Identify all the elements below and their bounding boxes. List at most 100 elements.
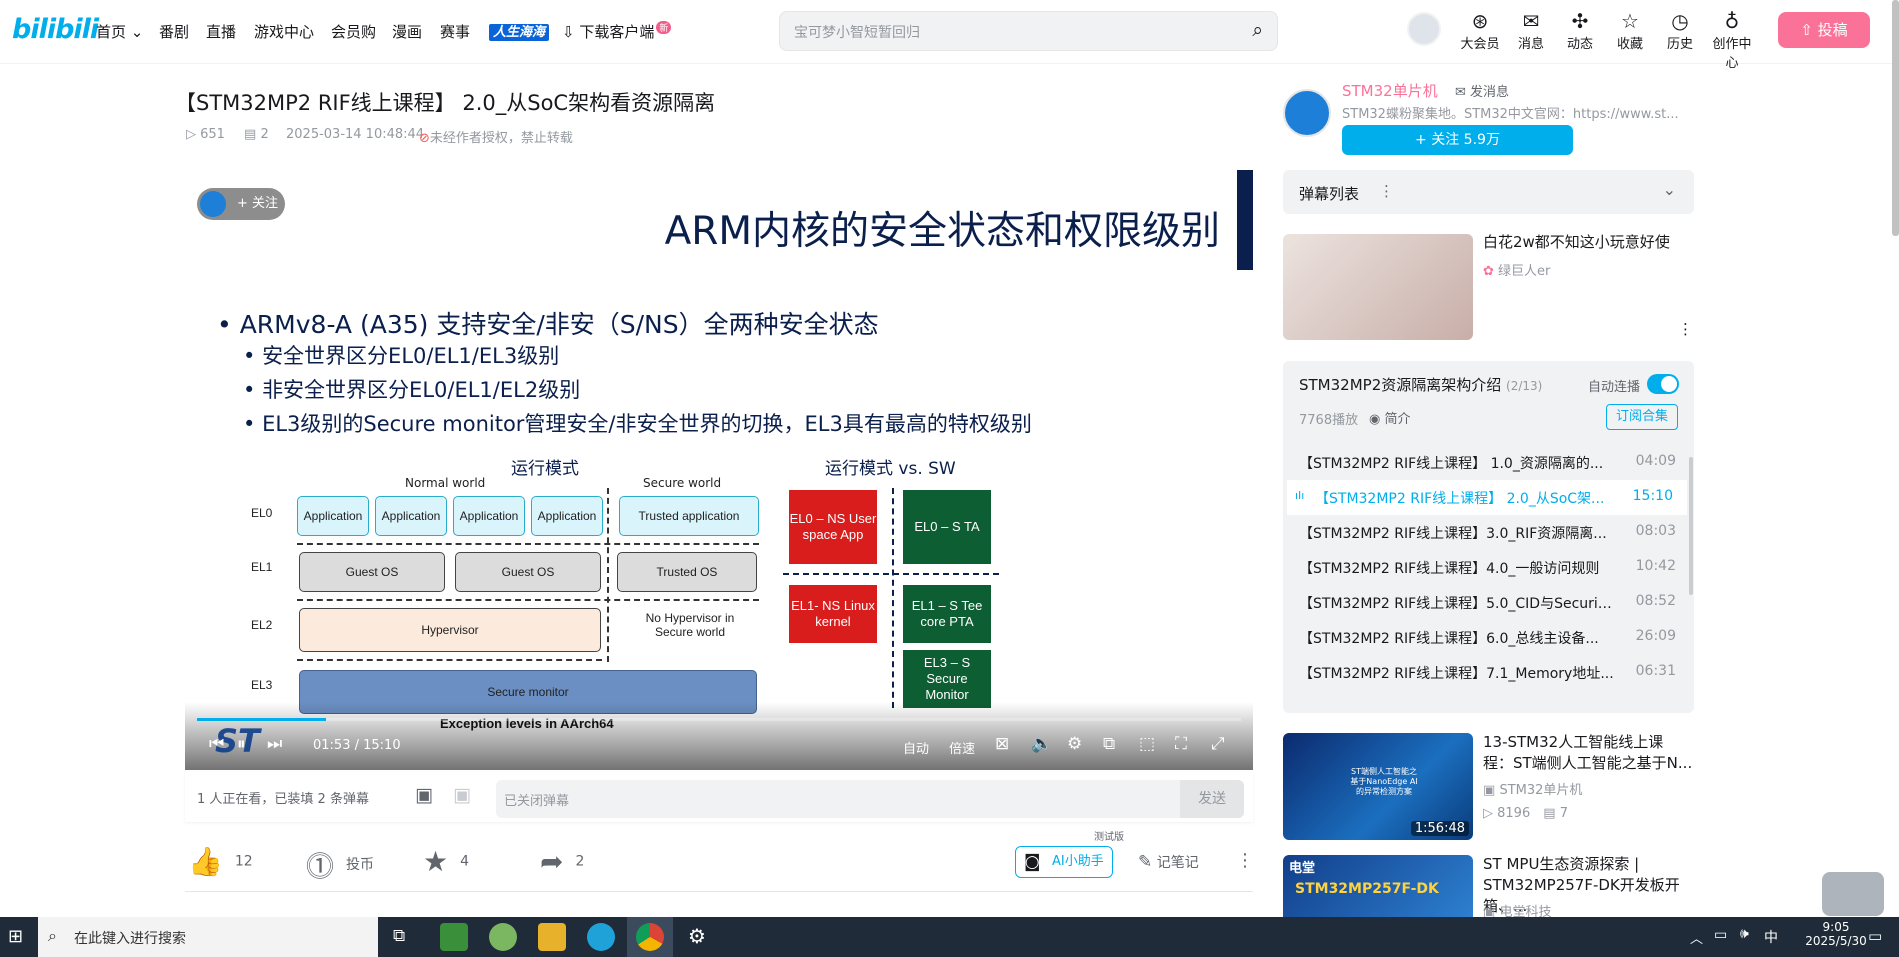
danmaku-toggle-icon[interactable]: ▣ (415, 784, 433, 806)
playlist-item[interactable]: 【STM32MP2 RIF线上课程】6.0_总线主设备... 26:09 (1283, 620, 1694, 655)
nav-esports[interactable]: 赛事 (440, 21, 470, 42)
el2-label: EL2 (251, 618, 273, 632)
ad-thumbnail[interactable] (1283, 234, 1473, 340)
playlist-item-active[interactable]: ıIı 【STM32MP2 RIF线上课程】 2.0_从SoC架... 15:10 (1287, 480, 1687, 515)
autoplay-toggle[interactable] (1647, 374, 1679, 394)
ad-more-icon[interactable]: ⋮ (1678, 320, 1693, 338)
header-vip[interactable]: ⊛ 大会员 (1458, 10, 1502, 52)
player-follow-button[interactable]: + 关注 (197, 188, 285, 220)
windows-start-icon[interactable]: ⊞ (8, 926, 23, 947)
video-player[interactable]: ARM内核的安全状态和权限级别 + 关注 • ARMv8-A (A35) 支持安… (185, 170, 1253, 770)
beta-badge: 测试版 (1092, 831, 1126, 845)
playlist-scrollbar[interactable] (1689, 457, 1693, 595)
ime-indicator[interactable]: 中 (1764, 927, 1778, 947)
search-icon: ⌕ (48, 926, 57, 945)
danmaku-settings-icon[interactable]: ▣ (453, 784, 471, 806)
settings-gear-icon[interactable]: ⚙ (688, 924, 706, 948)
nav-live[interactable]: 直播 (206, 21, 236, 42)
task-view-icon[interactable]: ⧉ (393, 926, 405, 946)
rec-thumbnail-2[interactable]: 电堂 STM32MP257F-DK (1283, 855, 1473, 917)
next-icon[interactable]: ⏭ (267, 734, 282, 754)
rec-thumbnail-1[interactable]: ST端侧人工智能之基于NanoEdge AI的异常检测方案 1:56:48 (1283, 733, 1473, 840)
progress-track[interactable] (197, 718, 1241, 721)
share-button[interactable]: ➦ 2 (540, 845, 584, 878)
playlist-item[interactable]: 【STM32MP2 RIF线上课程】3.0_RIF资源隔离... 08:03 (1283, 515, 1694, 550)
rec-title-1[interactable]: 13-STM32人工智能线上课程：ST端侧人工智能之基于N... (1483, 732, 1693, 774)
pause-icon[interactable]: ⏸ (237, 734, 246, 754)
like-button[interactable]: 👍 12 (188, 845, 253, 878)
rec-thumb-text-1: ST端侧人工智能之基于NanoEdge AI的异常检测方案 (1350, 767, 1418, 796)
favorite-button[interactable]: ★ 4 (423, 845, 469, 878)
header-history[interactable]: ◷ 历史 (1658, 10, 1702, 52)
nav-game-center[interactable]: 游戏中心 (254, 21, 314, 42)
playlist-item[interactable]: 【STM32MP2 RIF线上课程】5.0_CID与Securit... 08:5… (1283, 585, 1694, 620)
fullscreen-icon[interactable]: ⤢ (1211, 734, 1225, 754)
chat-bubble-icon[interactable] (1822, 872, 1884, 916)
nav-special-event[interactable]: 人生海海 (489, 21, 550, 41)
search-icon[interactable]: ⌕ (1252, 19, 1263, 41)
edge-icon[interactable] (587, 923, 615, 951)
quality-button[interactable]: 自动 (903, 738, 929, 757)
more-icon[interactable]: ⋮ (1379, 182, 1394, 200)
download-client-link[interactable]: ⇩ 下载客户端新 (562, 21, 672, 42)
rec-up-1[interactable]: ▣ STM32单片机 (1483, 779, 1582, 798)
playlist-intro[interactable]: ◉ 简介 (1369, 408, 1411, 427)
uploader-name[interactable]: STM32单片机 (1342, 80, 1438, 101)
danmaku-list-header[interactable]: 弹幕列表 ⋮ ⌄ (1283, 170, 1694, 214)
web-fullscreen-icon[interactable]: ⛶ (1175, 734, 1187, 754)
el0-s-box: EL0 – S TA (903, 490, 991, 564)
ai-helper-button[interactable]: ◙ AI小助手 测试版 (1015, 831, 1126, 878)
ad-title[interactable]: 白花2w都不知这小玩意好使 (1483, 232, 1693, 253)
vip-icon: ⊛ (1471, 9, 1489, 33)
nav-home[interactable]: 首页 ⌄ (96, 21, 143, 42)
danmaku-input[interactable]: 已关闭弹幕 发送 (496, 780, 1244, 818)
header-dynamic[interactable]: ✣ 动态 (1558, 10, 1602, 52)
nav-shop[interactable]: 会员购 (331, 21, 376, 42)
nav-manga[interactable]: 漫画 (392, 21, 422, 42)
app-icon[interactable] (489, 923, 517, 951)
header-messages[interactable]: ✉ 消息 (1509, 10, 1553, 52)
danmaku-bar: 1 人正在看，已装填 2 条弹幕 ▣ ▣ 已关闭弹幕 发送 (185, 772, 1253, 822)
header-favorites[interactable]: ☆ 收藏 (1608, 10, 1652, 52)
prev-icon[interactable]: ⏮ (209, 734, 224, 754)
playlist-item[interactable]: 【STM32MP2 RIF线上课程】4.0_一般访问规则 10:42 (1283, 550, 1694, 585)
chrome-icon[interactable] (636, 923, 664, 951)
widescreen-icon[interactable]: ⬚ (1139, 734, 1155, 754)
tray-chevron-up-icon[interactable]: ︿ (1690, 928, 1703, 947)
speed-button[interactable]: 倍速 (949, 738, 975, 757)
uploader-avatar[interactable] (1283, 89, 1331, 137)
notes-button[interactable]: ✎ 记笔记 (1138, 852, 1199, 872)
subtitle-off-icon[interactable]: ⊠ (995, 734, 1009, 754)
volume-icon[interactable]: 🔈 (1031, 734, 1052, 754)
header-creator-center[interactable]: ♁ 创作中心 (1707, 10, 1757, 71)
coin-button[interactable]: ⓵ 投币 (306, 845, 374, 885)
subscribe-collection-button[interactable]: 订阅合集 (1606, 404, 1678, 430)
taskbar-search[interactable]: ⌕ 在此键入进行搜索 (38, 917, 378, 957)
network-icon[interactable]: ▭ (1714, 927, 1727, 943)
file-explorer-icon[interactable] (538, 923, 566, 951)
el1-ns-box: EL1- NS Linux kernel (789, 585, 877, 643)
settings-gear-icon[interactable]: ⚙ (1067, 734, 1082, 754)
search-bar[interactable]: 宝可梦小智短暂回归 ⌕ (779, 11, 1278, 51)
pip-icon[interactable]: ⧉ (1103, 734, 1115, 754)
playlist-item[interactable]: 【STM32MP2 RIF线上课程】7.1_Memory地址... 06:31 (1283, 655, 1694, 690)
send-button[interactable]: 发送 (1180, 780, 1244, 818)
slide-bullet-4: • EL3级别的Secure monitor管理安全/非安全世界的切换，EL3具… (243, 412, 1032, 436)
bilibili-logo[interactable]: bilibili (12, 14, 99, 45)
page-scrollbar[interactable] (1892, 0, 1899, 236)
search-input[interactable]: 宝可梦小智短暂回归 (794, 22, 920, 42)
user-avatar[interactable] (1407, 12, 1441, 46)
upload-button[interactable]: ⇧ 投稿 (1778, 12, 1870, 48)
send-message-link[interactable]: ✉ 发消息 (1455, 81, 1509, 100)
more-vertical-icon[interactable]: ⋮ (1236, 850, 1254, 871)
top-header: bilibili 首页 ⌄ 番剧 直播 游戏中心 会员购 漫画 赛事 人生海海 … (0, 0, 1899, 71)
calculator-icon[interactable] (440, 923, 468, 951)
nav-anime[interactable]: 番剧 (159, 21, 189, 42)
chevron-down-icon[interactable]: ⌄ (1663, 180, 1676, 199)
clock[interactable]: 9:05 2025/5/30 (1805, 920, 1867, 948)
volume-icon[interactable]: 🕪 (1740, 926, 1749, 942)
follow-button[interactable]: + 关注 5.9万 (1342, 125, 1573, 155)
guest-os-box-2: Guest OS (455, 552, 601, 592)
playlist-item[interactable]: 【STM32MP2 RIF线上课程】 1.0_资源隔离的... 04:09 (1283, 445, 1694, 480)
notification-icon[interactable]: ▭ (1868, 927, 1882, 945)
